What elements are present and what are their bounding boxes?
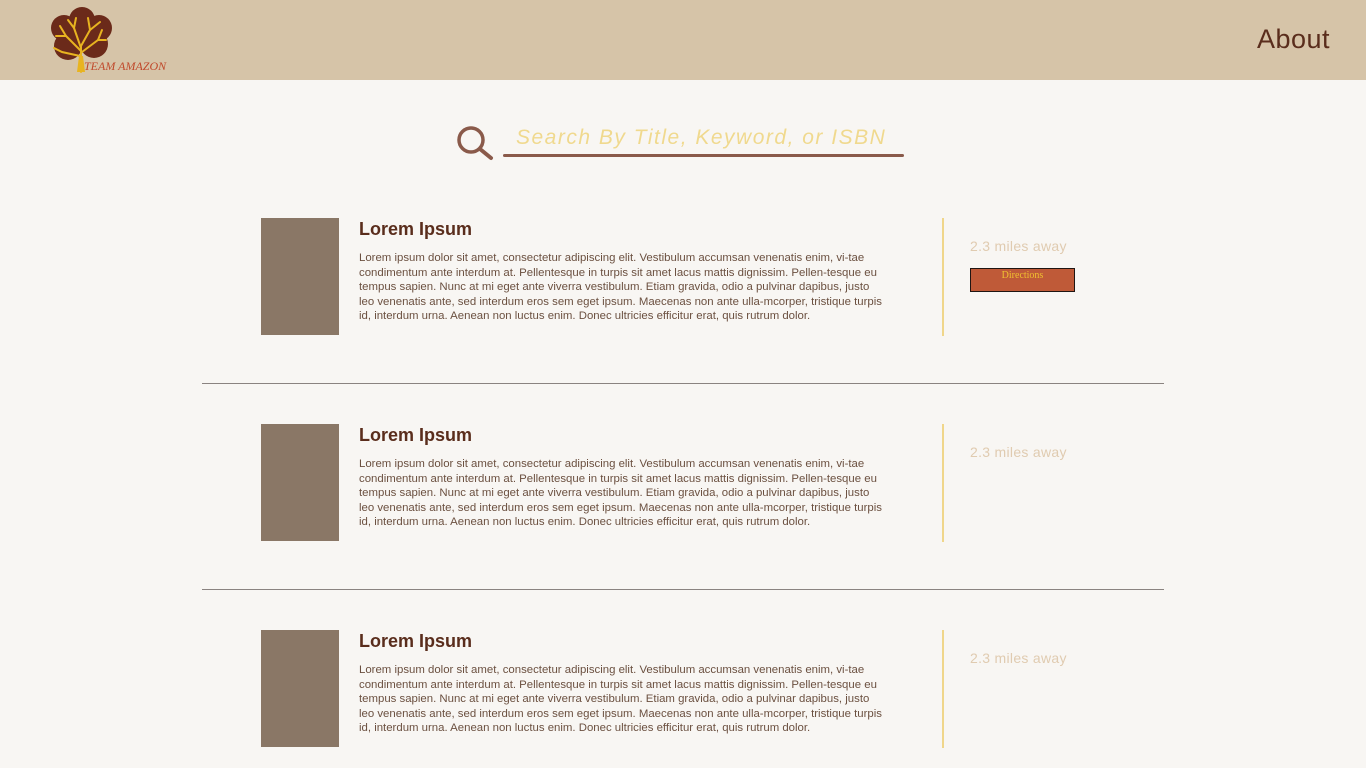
search-underline xyxy=(503,154,904,157)
book-description: Lorem ipsum dolor sit amet, consectetur … xyxy=(359,458,882,529)
book-description: Lorem ipsum dolor sit amet, consectetur … xyxy=(359,664,882,735)
team-amazon-logo[interactable]: TEAM AMAZON xyxy=(44,6,184,76)
list-item: Lorem Ipsum Lorem ipsum dolor sit amet, … xyxy=(0,630,1366,768)
book-thumbnail[interactable] xyxy=(261,630,339,747)
divider xyxy=(202,589,1164,590)
search-icon[interactable] xyxy=(455,125,495,161)
logo-text: TEAM AMAZON xyxy=(84,59,167,73)
distance-label: 2.3 miles away xyxy=(970,238,1067,254)
about-link[interactable]: About xyxy=(1257,24,1330,55)
distance-label: 2.3 miles away xyxy=(970,650,1067,666)
book-description: Lorem ipsum dolor sit amet, consectetur … xyxy=(359,252,882,323)
book-thumbnail[interactable] xyxy=(261,218,339,335)
column-divider xyxy=(942,630,944,748)
list-item: Lorem Ipsum Lorem ipsum dolor sit amet, … xyxy=(0,424,1366,574)
column-divider xyxy=(942,424,944,542)
book-title[interactable]: Lorem Ipsum xyxy=(359,631,472,652)
divider xyxy=(202,383,1164,384)
column-divider xyxy=(942,218,944,336)
distance-label: 2.3 miles away xyxy=(970,444,1067,460)
book-title[interactable]: Lorem Ipsum xyxy=(359,219,472,240)
header: TEAM AMAZON About xyxy=(0,0,1366,80)
list-item: Lorem Ipsum Lorem ipsum dolor sit amet, … xyxy=(0,218,1366,368)
book-thumbnail[interactable] xyxy=(261,424,339,541)
directions-button[interactable]: Directions xyxy=(970,268,1075,292)
book-title[interactable]: Lorem Ipsum xyxy=(359,425,472,446)
search-input[interactable] xyxy=(504,121,904,155)
